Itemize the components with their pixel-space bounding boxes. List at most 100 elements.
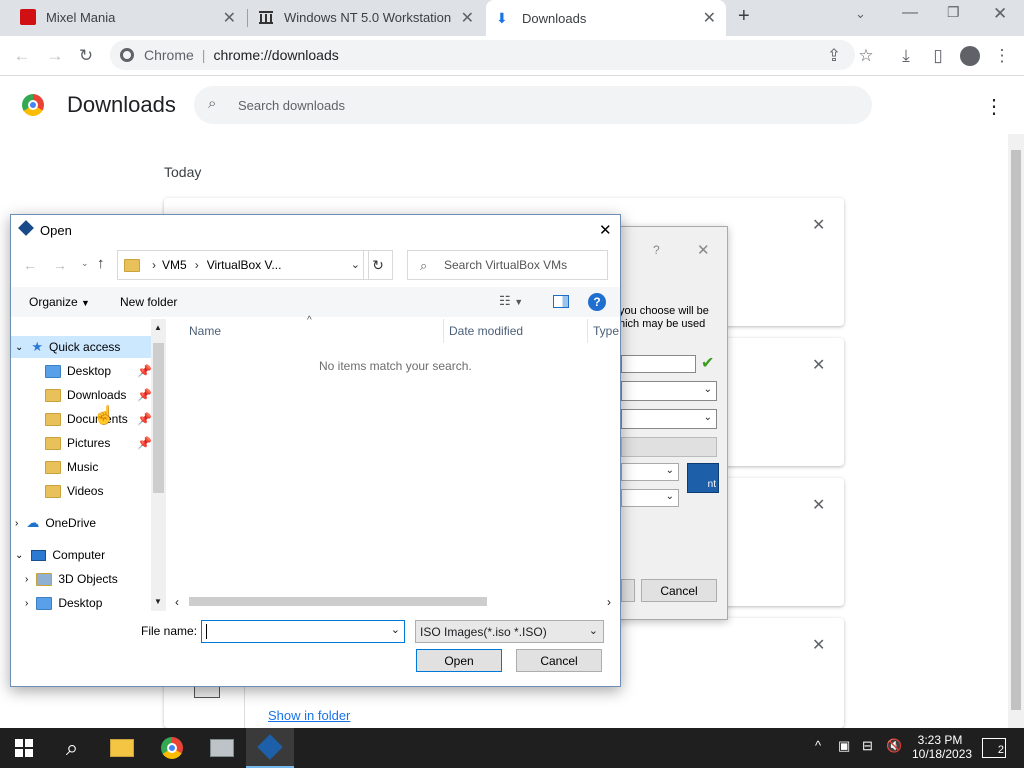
minimize-icon[interactable]: —	[902, 4, 918, 22]
scroll-left-icon[interactable]: ‹	[175, 595, 179, 609]
bookmark-star-icon[interactable]: ☆	[854, 44, 878, 68]
file-explorer-button[interactable]	[98, 728, 146, 768]
vm-taskbar-button[interactable]	[198, 728, 246, 768]
version-select[interactable]: ⌄	[621, 489, 679, 507]
nav-quick-access[interactable]: ⌄ ★ Quick access	[15, 336, 150, 358]
downloads-folder-icon	[45, 388, 61, 402]
name-field[interactable]	[621, 355, 696, 373]
up-folder-icon[interactable]: ↑	[97, 255, 105, 272]
tab-windows-nt[interactable]: Windows NT 5.0 Workstation Bu ✕	[248, 0, 484, 34]
file-type-select[interactable]: ISO Images(*.iso *.ISO) ⌄	[415, 620, 604, 643]
search-input[interactable]: ⌕ Search VirtualBox VMs	[407, 250, 608, 280]
help-icon[interactable]: ?	[588, 293, 606, 311]
close-tab-icon[interactable]: ✕	[461, 8, 474, 28]
refresh-icon[interactable]: ↻	[363, 250, 393, 280]
menu-kebab-icon[interactable]: ⋮	[990, 44, 1014, 68]
column-date-modified[interactable]: Date modified	[449, 324, 523, 338]
scroll-down-icon[interactable]: ▼	[154, 597, 162, 606]
remove-download-icon[interactable]: ✕	[812, 635, 825, 655]
clock[interactable]: 3:23 PM 10/18/2023	[912, 733, 972, 761]
new-folder-button[interactable]: New folder	[120, 295, 177, 309]
profile-avatar-icon[interactable]	[960, 46, 980, 66]
forward-icon[interactable]: →	[43, 44, 67, 68]
chevron-down-icon[interactable]: ⌄	[351, 258, 360, 271]
nav-onedrive[interactable]: › ☁ OneDrive	[15, 512, 150, 534]
column-type[interactable]: Type	[593, 324, 619, 338]
show-in-folder-link[interactable]: Show in folder	[268, 708, 350, 723]
scrollbar-thumb[interactable]	[153, 343, 164, 493]
cancel-button[interactable]: Cancel	[516, 649, 602, 672]
show-hidden-icons-icon[interactable]: ^	[815, 738, 821, 753]
side-panel-icon[interactable]: ▯	[926, 44, 950, 68]
file-name-input[interactable]: ⌄	[201, 620, 405, 643]
address-breadcrumb[interactable]: › VM5 › VirtualBox V... ⌄	[117, 250, 369, 280]
os-logo-icon: nt	[687, 463, 719, 493]
address-bar[interactable]: Chrome | chrome://downloads	[110, 40, 855, 70]
share-icon[interactable]: ⇪	[822, 44, 846, 68]
search-taskbar-button[interactable]: ⌕	[48, 728, 96, 768]
close-tab-icon[interactable]: ✕	[703, 8, 716, 28]
pin-icon: 📌	[137, 436, 152, 450]
close-window-icon[interactable]: ✕	[993, 4, 1007, 24]
open-file-dialog: Open ✕ ← → ⌄ ↑ › VM5 › VirtualBox V... ⌄…	[10, 214, 621, 687]
nav-music[interactable]: Music	[45, 456, 166, 478]
close-tab-icon[interactable]: ✕	[223, 8, 236, 28]
page-scrollbar[interactable]	[1008, 134, 1024, 728]
pin-icon: 📌	[137, 388, 152, 402]
nav-computer-desktop[interactable]: › Desktop	[25, 592, 160, 611]
expand-chevron-icon: ›	[15, 517, 19, 529]
iso-select[interactable]: ⌄	[621, 409, 717, 429]
nav-3d-objects[interactable]: › 3D Objects	[25, 568, 160, 590]
remove-download-icon[interactable]: ✕	[812, 495, 825, 515]
cancel-button[interactable]: Cancel	[641, 579, 717, 602]
expand-chevron-icon: ⌄	[15, 549, 24, 561]
breadcrumb-virtualbox[interactable]: VirtualBox V...	[207, 258, 282, 272]
volume-muted-icon[interactable]: 🔇	[886, 738, 902, 754]
help-button[interactable]: ?	[653, 243, 660, 257]
scroll-right-icon[interactable]: ›	[607, 595, 611, 609]
breadcrumb-vm5[interactable]: VM5	[162, 258, 187, 272]
remove-download-icon[interactable]: ✕	[812, 215, 825, 235]
close-icon[interactable]: ✕	[599, 221, 612, 239]
start-button[interactable]	[0, 728, 48, 768]
nav-computer[interactable]: ⌄ Computer	[15, 544, 150, 566]
chrome-icon	[161, 737, 183, 759]
open-button[interactable]: Open	[416, 649, 502, 672]
back-icon[interactable]: ←	[10, 44, 34, 68]
omnibox-site-label: Chrome	[144, 47, 194, 63]
scrollbar-thumb[interactable]	[189, 597, 487, 606]
next-button[interactable]	[621, 579, 635, 602]
tab-mixel-mania[interactable]: Mixel Mania ✕	[10, 0, 246, 34]
search-downloads-input[interactable]: ⌕ Search downloads	[194, 86, 872, 124]
more-actions-icon[interactable]: ⋮	[984, 94, 1004, 119]
view-options-icon[interactable]: ☷ ▼	[499, 293, 523, 309]
back-icon[interactable]: ←	[23, 257, 37, 273]
nav-scrollbar[interactable]: ▲ ▼	[151, 319, 166, 611]
nav-videos[interactable]: Videos	[45, 480, 166, 502]
organize-button[interactable]: Organize ▼	[29, 295, 90, 309]
close-icon[interactable]: ✕	[697, 241, 710, 259]
file-list-h-scrollbar[interactable]: ‹ ›	[171, 593, 620, 610]
preview-pane-icon[interactable]	[553, 295, 569, 308]
nav-label: Desktop	[58, 596, 103, 610]
chevron-down-icon[interactable]: ⌄	[391, 623, 400, 636]
scrollbar-thumb[interactable]	[1011, 150, 1021, 710]
scroll-up-icon[interactable]: ▲	[154, 323, 162, 332]
network-icon[interactable]: ⊟	[862, 738, 873, 754]
new-tab-button[interactable]: +	[738, 5, 750, 28]
folder-select[interactable]: ⌄	[621, 381, 717, 401]
type-select[interactable]: ⌄	[621, 463, 679, 481]
virtualbox-taskbar-button[interactable]	[246, 728, 294, 768]
notifications-icon[interactable]: 2	[982, 738, 1006, 758]
chrome-taskbar-button[interactable]	[148, 728, 196, 768]
forward-icon[interactable]: →	[53, 257, 67, 273]
column-name[interactable]: Name	[189, 324, 221, 338]
recent-locations-icon[interactable]: ⌄	[81, 258, 89, 269]
reload-icon[interactable]: ↻	[74, 44, 98, 68]
tab-downloads[interactable]: ⬇ Downloads ✕	[486, 0, 726, 36]
security-icon[interactable]: ▣	[838, 738, 850, 754]
restore-icon[interactable]: ❐	[947, 4, 960, 21]
tab-search-icon[interactable]: ⌄	[855, 6, 866, 22]
remove-download-icon[interactable]: ✕	[812, 355, 825, 375]
download-icon[interactable]: ⤓	[894, 44, 918, 68]
